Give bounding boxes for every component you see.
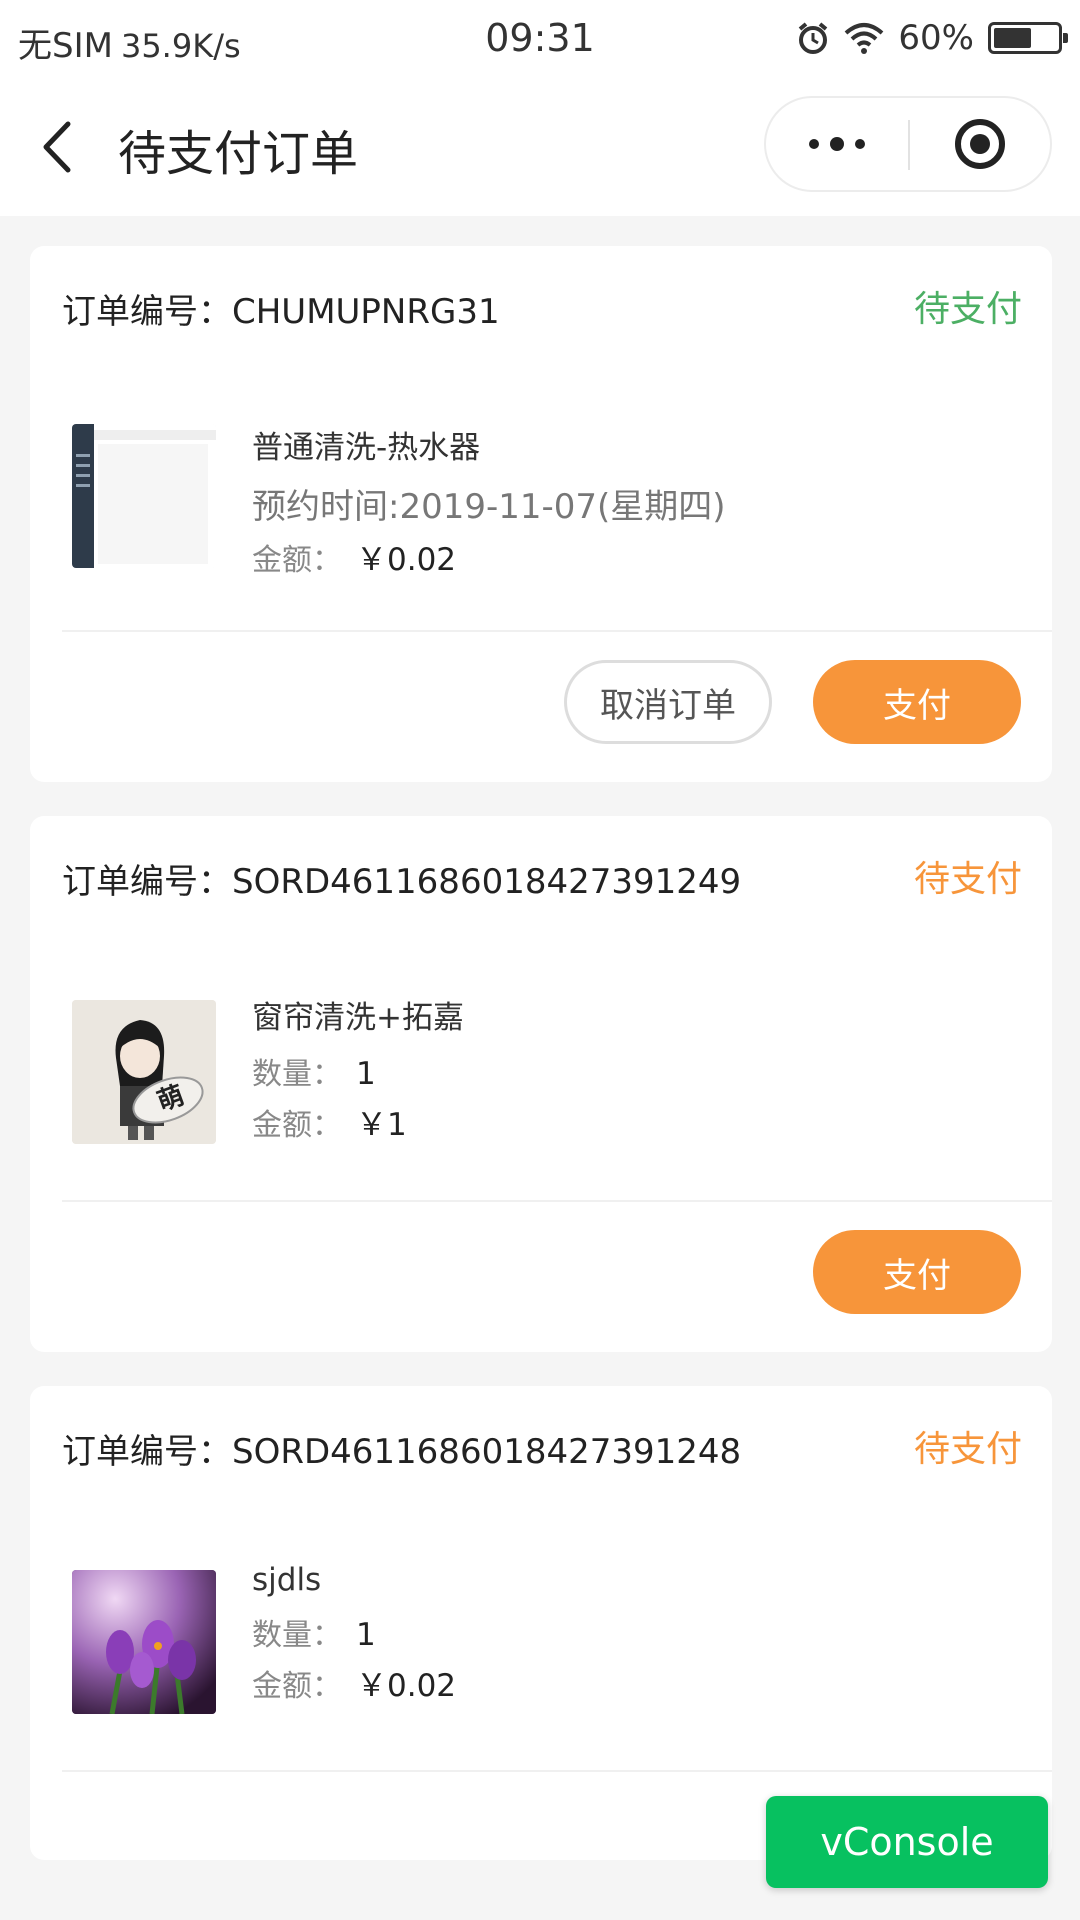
order-status: 待支付 xyxy=(913,1429,1022,1470)
product-name: 窗帘清洗+拓嘉 xyxy=(252,1000,464,1036)
order-info: sjdls 数量： 1 金额： ￥0.02 xyxy=(252,1562,456,1705)
amount-value: ￥0.02 xyxy=(356,542,457,578)
target-icon xyxy=(955,119,1005,169)
page-title: 待支付订单 xyxy=(118,126,359,182)
amount-row: 金额： ￥1 xyxy=(252,1099,464,1144)
amount-label: 金额： xyxy=(252,1108,342,1143)
quantity-label: 数量： xyxy=(252,1057,342,1092)
wifi-icon xyxy=(845,23,884,54)
order-info: 窗帘清洗+拓嘉 数量： 1 金额： ￥1 xyxy=(252,992,464,1144)
alarm-icon xyxy=(799,22,828,54)
order-card: 订单编号：CHUMUPNRG31 待支付 普通清洗-热水器 预约时间:2019-… xyxy=(30,246,1052,782)
order-status: 待支付 xyxy=(913,859,1022,900)
battery-percent: 60% xyxy=(898,18,974,58)
amount-label: 金额： xyxy=(252,543,342,578)
product-thumbnail[interactable]: 萌 xyxy=(72,1000,216,1144)
quantity-row: 数量： 1 xyxy=(252,1049,464,1093)
product-thumbnail[interactable] xyxy=(72,1570,216,1714)
pay-button[interactable]: 支付 xyxy=(813,1230,1021,1314)
battery-fill xyxy=(994,28,1031,48)
pay-button[interactable]: 支付 xyxy=(813,660,1021,744)
nav-bar: 待支付订单 xyxy=(0,78,1080,216)
status-right: 60% xyxy=(796,18,1068,58)
appointment-time: 预约时间:2019-11-07(星期四) xyxy=(252,487,726,527)
more-dots-icon xyxy=(809,137,865,151)
order-number: 订单编号：CHUMUPNRG31 xyxy=(62,292,500,332)
amount-row: 金额： ￥0.02 xyxy=(252,1660,456,1705)
order-status: 待支付 xyxy=(913,289,1022,330)
amount-value: ￥0.02 xyxy=(356,1668,457,1704)
order-number: 订单编号：SORD4611686018427391248 xyxy=(62,1432,742,1472)
cancel-order-button[interactable]: 取消订单 xyxy=(564,660,772,744)
quantity-value: 1 xyxy=(356,1617,376,1653)
purple-flower-image xyxy=(72,1570,216,1714)
order-number: 订单编号：SORD4611686018427391249 xyxy=(62,862,742,902)
back-button[interactable] xyxy=(30,114,90,180)
back-icon xyxy=(43,121,71,173)
more-button[interactable] xyxy=(766,98,908,190)
close-mini-program-button[interactable] xyxy=(910,98,1050,190)
amount-label: 金额： xyxy=(252,1669,342,1704)
divider xyxy=(62,1770,1052,1772)
quantity-label: 数量： xyxy=(252,1618,342,1653)
mini-program-capsule xyxy=(764,96,1052,192)
status-bar: 无SIM 35.9K/s 09:31 60% xyxy=(0,0,1080,78)
quantity-value: 1 xyxy=(356,1056,376,1092)
order-card: 订单编号：SORD4611686018427391248 待支付 sjdls 数… xyxy=(30,1386,1052,1860)
amount-row: 金额： ￥0.02 xyxy=(252,534,726,579)
order-info: 普通清洗-热水器 预约时间:2019-11-07(星期四) 金额： ￥0.02 xyxy=(252,422,726,579)
divider xyxy=(62,1200,1052,1202)
screenshot-thumbnail-image xyxy=(72,424,216,568)
vconsole-button[interactable]: vConsole xyxy=(766,1796,1048,1888)
quantity-row: 数量： 1 xyxy=(252,1610,456,1654)
product-thumbnail[interactable] xyxy=(72,424,216,568)
order-card: 订单编号：SORD4611686018427391249 待支付 萌 窗帘清洗+… xyxy=(30,816,1052,1352)
product-name: sjdls xyxy=(252,1562,322,1598)
cartoon-girl-image: 萌 xyxy=(72,1000,216,1144)
battery-icon xyxy=(988,22,1068,54)
amount-value: ￥1 xyxy=(356,1107,407,1143)
divider xyxy=(62,630,1052,632)
product-name: 普通清洗-热水器 xyxy=(252,430,481,466)
